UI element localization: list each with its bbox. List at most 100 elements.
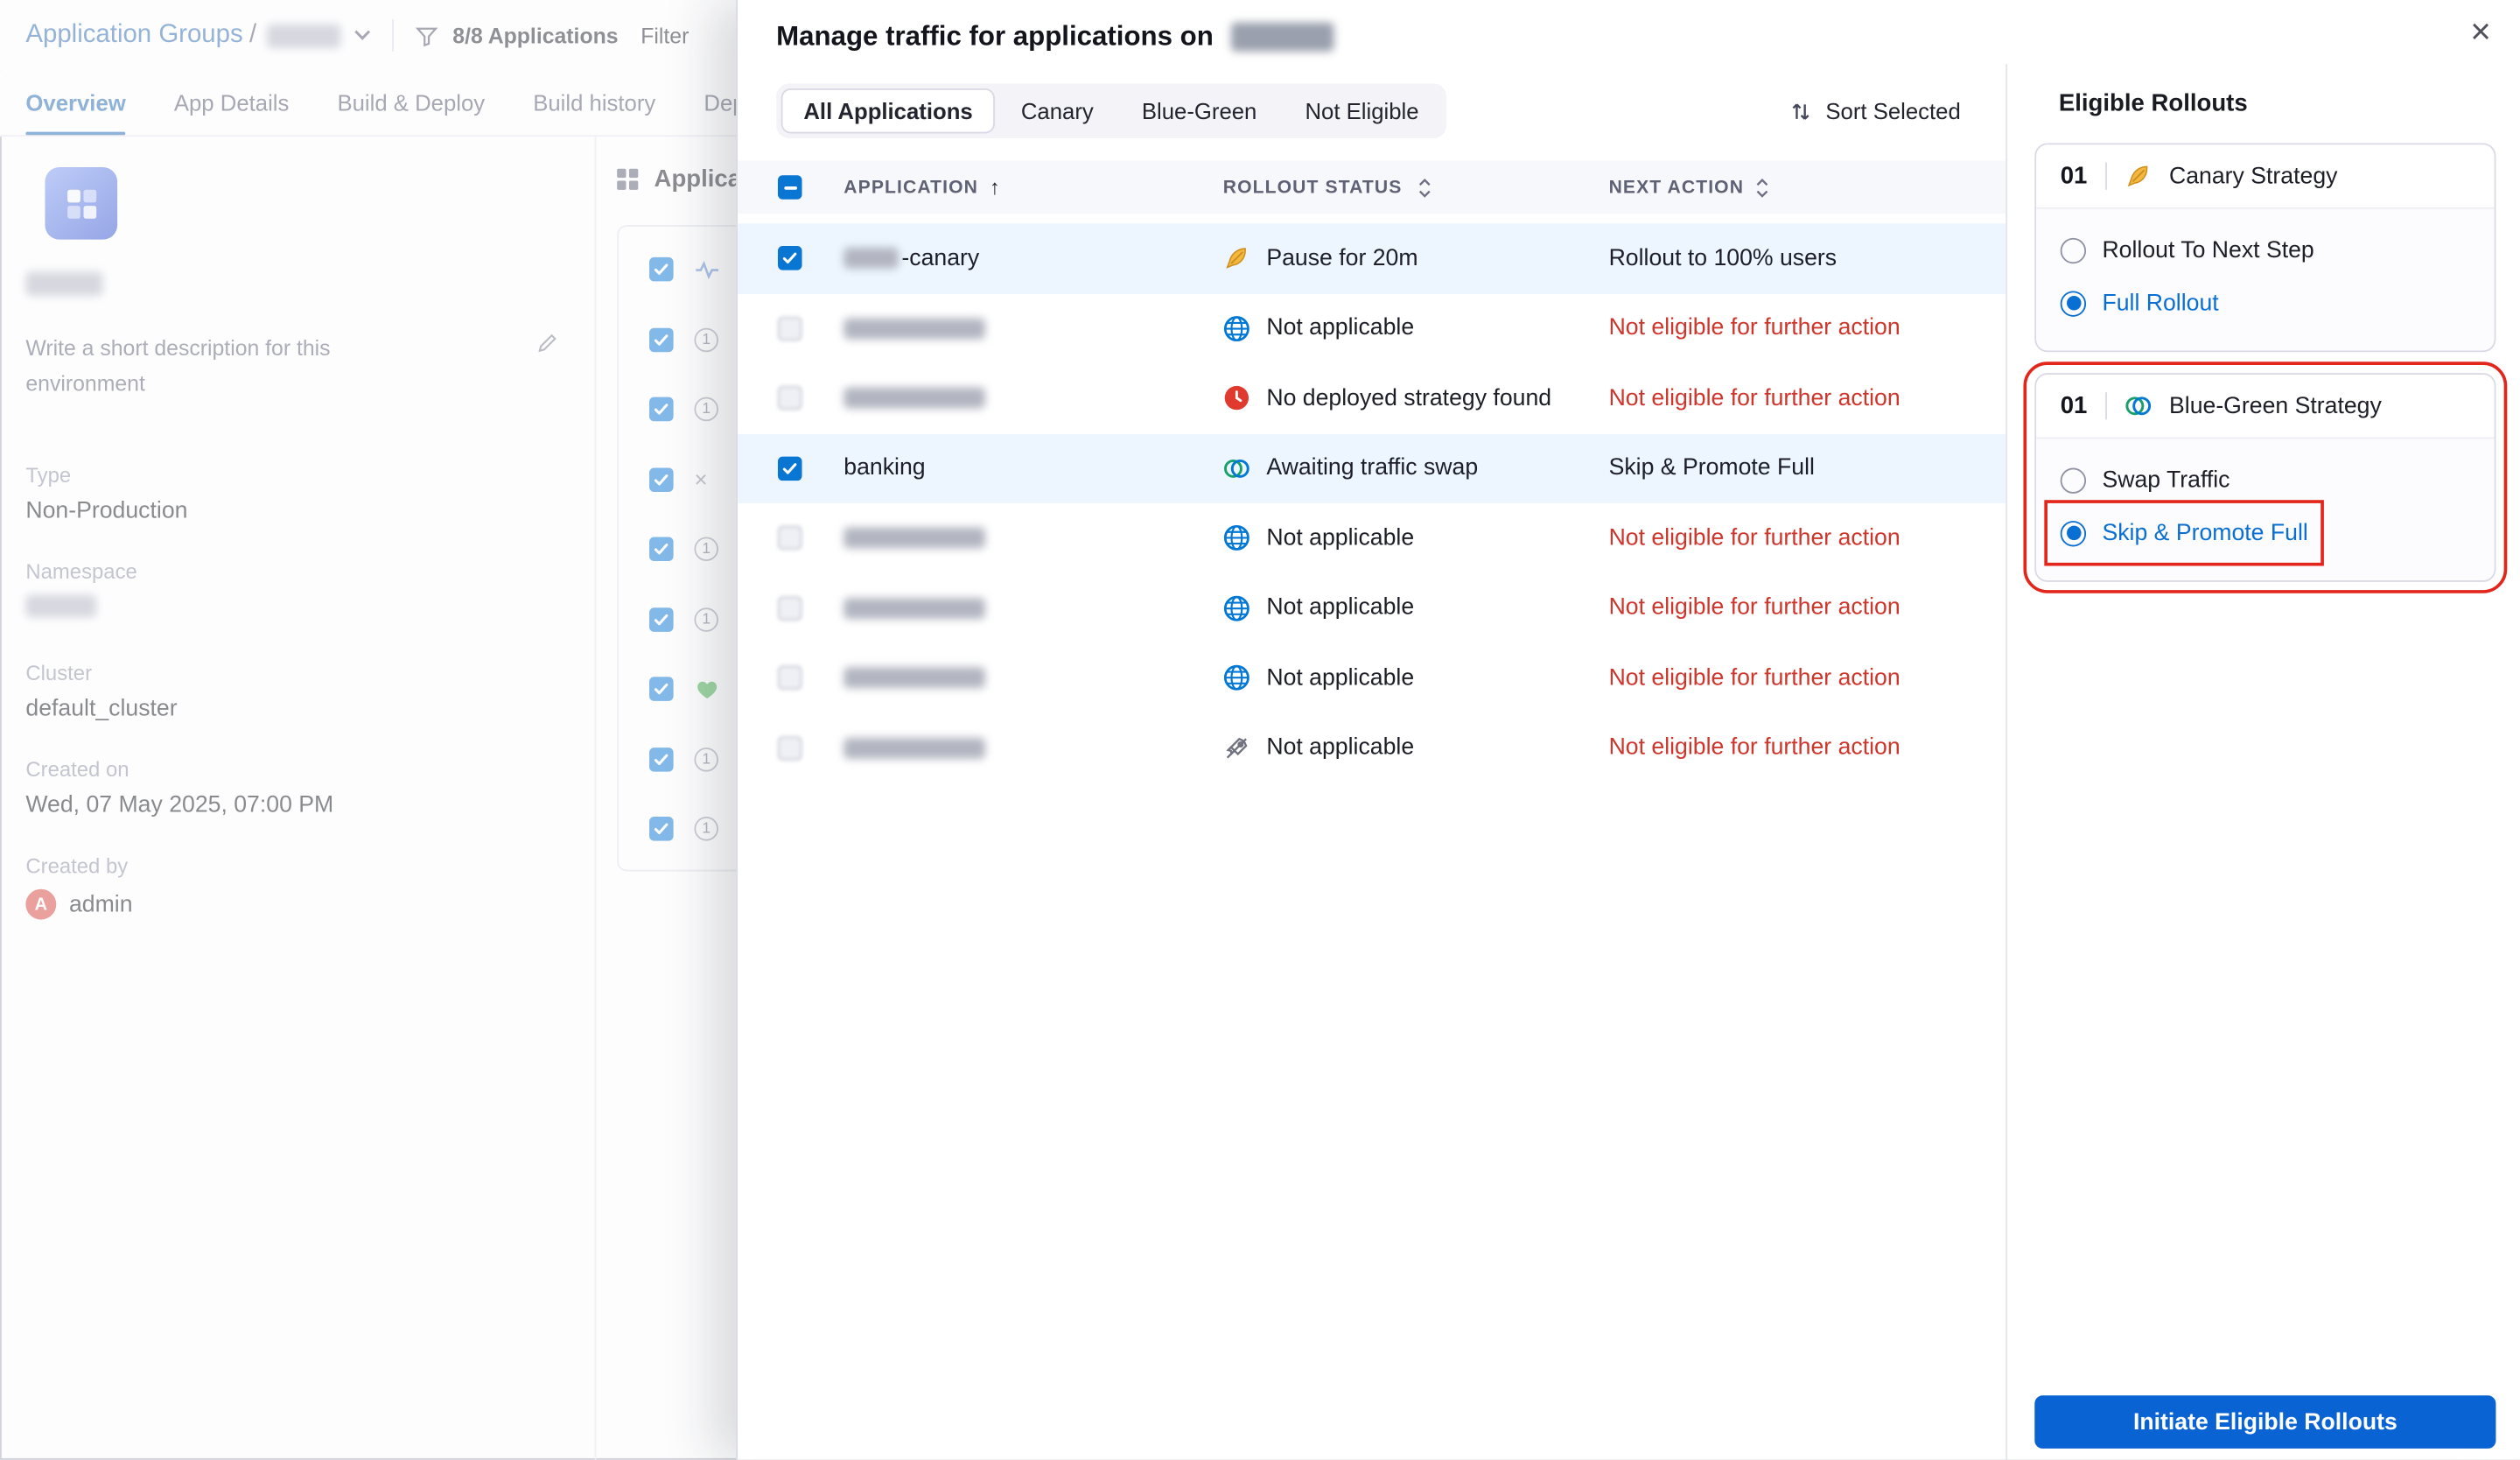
select-all-checkbox[interactable] [777, 175, 802, 200]
application-filter-tabs: All Applications Canary Blue-Green Not E… [776, 83, 1446, 138]
radio-button[interactable] [2060, 290, 2087, 316]
tab-not-eligible[interactable]: Not Eligible [1283, 88, 1442, 133]
modal-title: Manage traffic for applications on [776, 20, 1214, 52]
next-action: Not eligible for further action [1608, 734, 1900, 762]
application-name-text: banking [844, 455, 926, 481]
column-rollout-status[interactable]: ROLLOUT STATUS [1223, 178, 1403, 197]
divider [2104, 392, 2107, 420]
tab-canary[interactable]: Canary [998, 88, 1116, 133]
sort-selected-button[interactable]: Sort Selected [1790, 98, 1961, 123]
sort-arrows-icon [1790, 99, 1811, 123]
rocket-off-icon [1223, 734, 1250, 762]
strategy-index: 01 [2060, 162, 2088, 190]
blurred-name-prefix [844, 248, 899, 270]
close-icon[interactable]: × [2470, 14, 2491, 50]
tab-all-applications[interactable]: All Applications [780, 88, 996, 134]
radio-button[interactable] [2060, 467, 2087, 493]
checkbox-cell [777, 456, 844, 481]
column-application[interactable]: APPLICATION [844, 178, 978, 197]
canary-icon [2124, 163, 2152, 190]
rollout-status-text: Not applicable [1266, 734, 1415, 762]
rollout-status: No deployed strategy found [1223, 384, 1609, 411]
option-label: Full Rollout [2102, 290, 2219, 316]
strategy-card: 01 Blue-Green Strategy Swap Traffic Skip & … [2023, 361, 2508, 593]
row-checkbox[interactable] [777, 316, 802, 340]
rollout-status: Pause for 20m [1223, 245, 1609, 272]
row-checkbox[interactable] [777, 386, 802, 411]
application-row[interactable]: Not applicable Not eligible for further a… [738, 293, 2006, 363]
checkbox-cell [777, 735, 844, 761]
strategy-card-header: 01 Canary Strategy [2036, 144, 2495, 209]
row-checkbox[interactable] [777, 456, 802, 481]
application-name: -canary [844, 246, 1222, 271]
row-checkbox[interactable] [777, 735, 802, 761]
checkbox-cell [777, 665, 844, 691]
application-row[interactable]: Not applicable Not eligible for further a… [738, 713, 2006, 783]
application-row[interactable]: -canary Pause for 20m Rollout to 100% user… [738, 223, 2006, 294]
canary-icon [1223, 245, 1250, 272]
sort-selected-label: Sort Selected [1825, 98, 1961, 124]
rollout-status-text: No deployed strategy found [1266, 385, 1552, 411]
manage-traffic-modal: Manage traffic for applications on × All… [736, 0, 2520, 1460]
blurred-application-name [844, 388, 985, 409]
application-row[interactable]: banking Awaiting traffic swap Skip & Promo… [738, 432, 2006, 503]
applications-table-body: -canary Pause for 20m Rollout to 100% user… [738, 223, 2006, 783]
application-name-text: -canary [901, 245, 980, 271]
rollout-option[interactable]: Skip & Promote Full [2044, 500, 2325, 566]
strategy-cards: 01 Canary Strategy Rollout To Next Step Ful… [2023, 143, 2508, 593]
radio-button[interactable] [2060, 236, 2087, 263]
row-checkbox[interactable] [777, 246, 802, 271]
globe-icon [1223, 594, 1250, 621]
radio-button[interactable] [2060, 520, 2087, 546]
strategy-index: 01 [2060, 392, 2088, 420]
rollout-status: Not applicable [1223, 315, 1609, 342]
application-row[interactable]: Not applicable Not eligible for further a… [738, 573, 2006, 643]
row-checkbox[interactable] [777, 665, 802, 691]
checkbox-cell [777, 526, 844, 551]
globe-icon [1223, 524, 1250, 551]
rollout-option[interactable]: Swap Traffic [2060, 453, 2230, 507]
panel-title: Eligible Rollouts [2058, 89, 2248, 118]
rollout-status: Not applicable [1223, 664, 1609, 691]
rollout-status: Not applicable [1223, 594, 1609, 621]
application-name [844, 527, 1222, 549]
sort-toggle-icon[interactable] [1418, 176, 1433, 199]
checkbox-cell [777, 316, 844, 340]
application-row[interactable]: No deployed strategy found Not eligible f… [738, 363, 2006, 433]
rollout-status-text: Awaiting traffic swap [1266, 455, 1479, 481]
next-action: Not eligible for further action [1608, 595, 1900, 621]
rollout-option[interactable]: Full Rollout [2060, 277, 2219, 330]
globe-icon [1223, 315, 1250, 342]
strategy-options: Swap Traffic Skip & Promote Full [2036, 439, 2495, 581]
rollout-status: Awaiting traffic swap [1223, 454, 1609, 481]
eligible-rollouts-panel: Eligible Rollouts 01 Canary Strategy Rollo… [2006, 64, 2520, 1460]
tab-blue-green[interactable]: Blue-Green [1119, 88, 1279, 133]
strategy-name: Canary Strategy [2169, 163, 2338, 189]
option-label: Skip & Promote Full [2102, 520, 2308, 546]
rollout-status-text: Not applicable [1266, 525, 1415, 551]
row-checkbox[interactable] [777, 595, 802, 621]
initiate-eligible-rollouts-button[interactable]: Initiate Eligible Rollouts [2034, 1395, 2496, 1449]
rollout-option[interactable]: Rollout To Next Step [2060, 223, 2314, 277]
rollout-status-text: Not applicable [1266, 664, 1415, 691]
row-checkbox[interactable] [777, 526, 802, 551]
blurred-application-name [844, 527, 985, 549]
application-row[interactable]: Not applicable Not eligible for further a… [738, 503, 2006, 573]
application-name: banking [844, 455, 1222, 481]
sort-toggle-icon[interactable] [1755, 176, 1770, 199]
strategy-name: Blue-Green Strategy [2169, 393, 2382, 419]
next-action: Not eligible for further action [1608, 664, 1900, 691]
column-next-action[interactable]: NEXT ACTION [1609, 178, 1745, 197]
screen: Application Groups / 8/8 Applications Fi… [0, 0, 2520, 1460]
application-row[interactable]: Not applicable Not eligible for further a… [738, 643, 2006, 713]
checkbox-cell [777, 595, 844, 621]
application-name [844, 597, 1222, 619]
rollout-status-text: Not applicable [1266, 315, 1415, 341]
next-action: Rollout to 100% users [1608, 245, 1838, 271]
application-name [844, 667, 1222, 689]
blurred-app-group-name [1231, 22, 1334, 52]
application-name [844, 318, 1222, 340]
globe-icon [1223, 664, 1250, 691]
blurred-application-name [844, 737, 985, 759]
blurred-application-name [844, 318, 985, 340]
